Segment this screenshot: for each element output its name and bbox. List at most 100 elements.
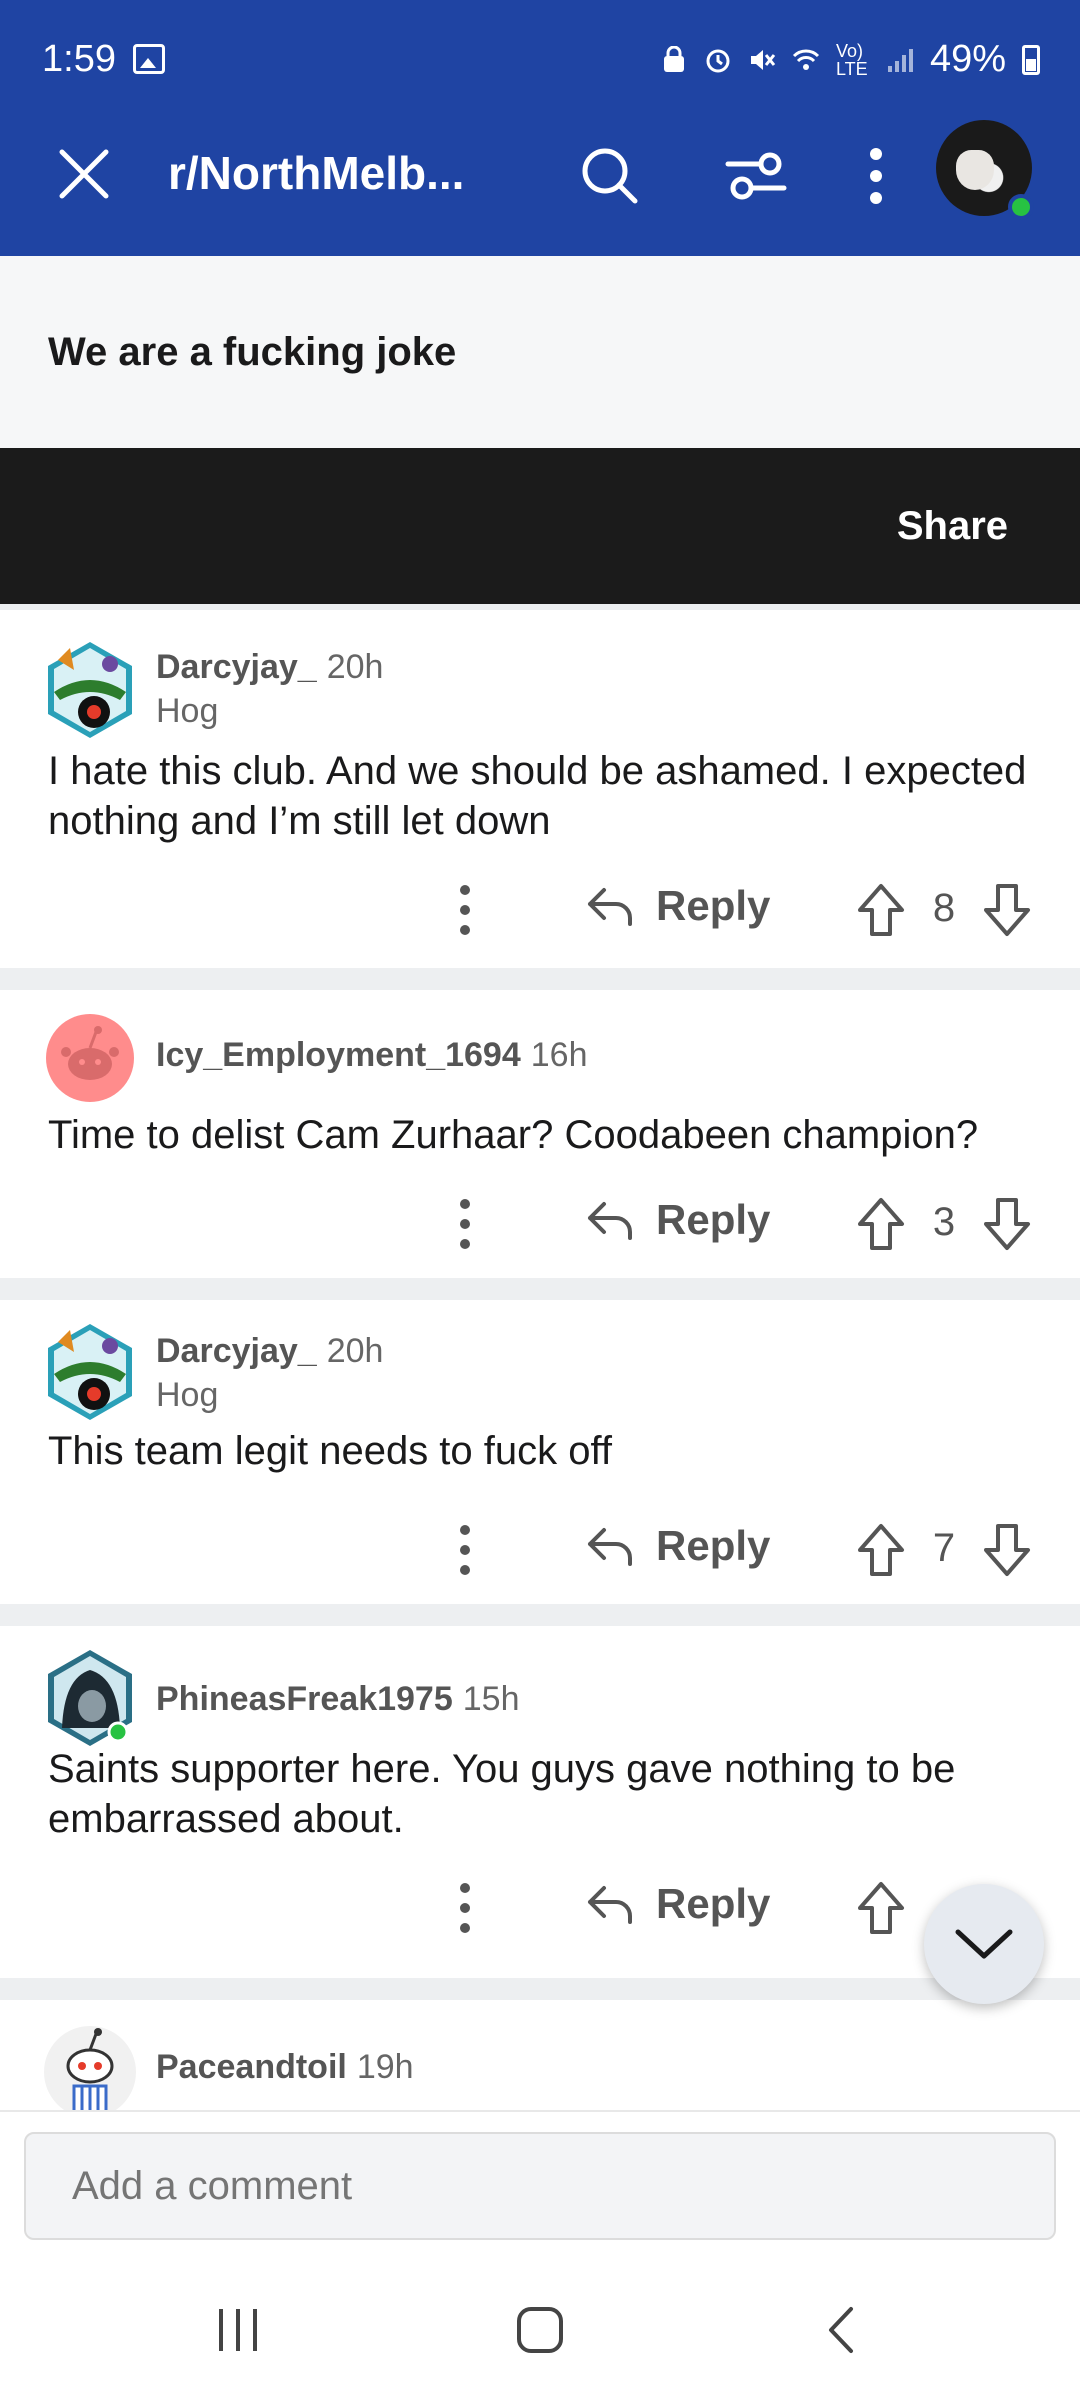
- divider: [0, 1604, 1080, 1626]
- upvote-icon[interactable]: [856, 1880, 906, 1936]
- reply-icon: [588, 1886, 632, 1924]
- divider: [0, 1278, 1080, 1300]
- comment-username[interactable]: PhineasFreak1975: [156, 1680, 453, 1718]
- user-avatar-pirate-icon[interactable]: [40, 1322, 140, 1422]
- search-icon: [582, 148, 638, 204]
- comment-meta: Darcyjay_ 20h: [156, 1332, 383, 1371]
- user-flair: Hog: [156, 692, 219, 730]
- reply-label: Reply: [656, 1880, 771, 1927]
- status-bar: 1:59 Vo) LTE 49%: [0, 0, 1080, 120]
- share-bar: Share: [0, 448, 1080, 604]
- post-header: We are a fucking joke: [0, 256, 1080, 448]
- reply-button[interactable]: Reply: [586, 1880, 770, 1928]
- reply-icon: [588, 1528, 632, 1566]
- search-button[interactable]: [574, 140, 646, 212]
- more-vertical-icon: [870, 148, 882, 204]
- comment-username[interactable]: Paceandtoil: [156, 2048, 347, 2086]
- reply-label: Reply: [656, 1522, 771, 1569]
- reply-label: Reply: [656, 882, 771, 929]
- comment-actions: Reply 7: [0, 1510, 1080, 1590]
- comment-meta: Darcyjay_ 20h: [156, 648, 383, 687]
- more-vertical-icon[interactable]: [450, 1194, 480, 1254]
- alarm-icon: [706, 49, 730, 72]
- comment: Darcyjay_ 20h Hog I hate this club. And w…: [0, 610, 1080, 968]
- reply-button[interactable]: Reply: [586, 1522, 770, 1570]
- gallery-notification-icon: [133, 44, 165, 74]
- upvote-icon[interactable]: [856, 882, 906, 938]
- upvote-icon[interactable]: [856, 1196, 906, 1252]
- downvote-icon[interactable]: [982, 1196, 1032, 1252]
- share-button[interactable]: Share: [897, 504, 1008, 549]
- comment: Darcyjay_ 20h Hog This team legit needs t…: [0, 1300, 1080, 1604]
- comment-username[interactable]: Darcyjay_: [156, 648, 317, 686]
- comment-body: Time to delist Cam Zurhaar? Coodabeen ch…: [48, 1113, 979, 1157]
- comment: Icy_Employment_1694 16h Time to delist Ca…: [0, 990, 1080, 1278]
- comment-body: This team legit needs to fuck off: [48, 1429, 613, 1473]
- more-vertical-icon[interactable]: [450, 880, 480, 940]
- comment-actions: Reply 8: [0, 870, 1080, 950]
- more-options-button[interactable]: [840, 140, 912, 212]
- status-icons: Vo) LTE 49%: [660, 38, 1040, 81]
- close-icon[interactable]: [54, 144, 114, 204]
- filter-button[interactable]: [720, 140, 792, 212]
- downvote-icon[interactable]: [982, 1522, 1032, 1578]
- wifi-icon: [792, 49, 819, 70]
- more-vertical-icon[interactable]: [450, 1878, 480, 1938]
- comment-meta: Paceandtoil 19h: [156, 2048, 414, 2087]
- divider: [0, 968, 1080, 990]
- comment-actions: Reply: [0, 1868, 1080, 1948]
- avatar-dog-face: [956, 150, 994, 190]
- comment-time: 19h: [356, 2048, 414, 2086]
- status-time: 1:59: [42, 38, 116, 80]
- comment-time: 20h: [326, 1332, 384, 1370]
- user-avatar[interactable]: [936, 120, 1034, 220]
- user-avatar-snoo-icon[interactable]: [40, 2022, 140, 2122]
- comment-list: Darcyjay_ 20h Hog I hate this club. And w…: [0, 604, 1080, 2130]
- back-icon: [829, 2307, 853, 2353]
- signal-icon: [887, 48, 913, 72]
- filter-icon: [725, 152, 787, 200]
- comment-composer: [0, 2110, 1080, 2260]
- back-button[interactable]: [802, 2298, 882, 2362]
- vote-score: 7: [932, 1526, 956, 1570]
- comment-meta: Icy_Employment_1694 16h: [156, 1036, 588, 1075]
- downvote-icon[interactable]: [982, 882, 1032, 938]
- comment: PhineasFreak1975 15h Saints supporter her…: [0, 1626, 1080, 1978]
- upvote-icon[interactable]: [856, 1522, 906, 1578]
- comment-time: 20h: [326, 648, 384, 686]
- vote-score: 8: [932, 886, 956, 930]
- system-nav-bar: [0, 2260, 1080, 2400]
- divider: [0, 1978, 1080, 2000]
- online-indicator: [1008, 194, 1034, 220]
- reply-button[interactable]: Reply: [586, 1196, 770, 1244]
- comment-meta: PhineasFreak1975 15h: [156, 1680, 520, 1719]
- comment-body: I hate this club. And we should be asham…: [48, 749, 1027, 843]
- reply-button[interactable]: Reply: [586, 882, 770, 930]
- comment-time: 16h: [530, 1036, 588, 1074]
- scroll-down-button[interactable]: [924, 1884, 1044, 2004]
- subreddit-title[interactable]: r/NorthMelb...: [168, 146, 488, 200]
- user-flair: Hog: [156, 1376, 219, 1414]
- network-label: Vo) LTE: [835, 40, 868, 79]
- battery-icon: [1022, 44, 1040, 75]
- battery-percent: 49%: [929, 38, 1006, 80]
- app-bar: r/NorthMelb...: [0, 120, 1080, 256]
- vote-score: 3: [932, 1200, 956, 1244]
- more-vertical-icon[interactable]: [450, 1520, 480, 1580]
- comment-username[interactable]: Darcyjay_: [156, 1332, 317, 1370]
- comment-actions: Reply 3: [0, 1184, 1080, 1264]
- reply-icon: [588, 1202, 632, 1240]
- user-avatar-snoo-icon[interactable]: [46, 1014, 134, 1102]
- user-avatar-hooded-icon[interactable]: [40, 1648, 140, 1748]
- user-avatar-pirate-icon[interactable]: [40, 640, 140, 740]
- top-bar: 1:59 Vo) LTE 49% r/NorthMelb...: [0, 0, 1080, 256]
- lock-icon: [663, 45, 684, 72]
- home-icon: [517, 2307, 563, 2353]
- recent-apps-button[interactable]: [198, 2298, 278, 2362]
- home-button[interactable]: [500, 2298, 580, 2362]
- comment-time: 15h: [462, 1680, 520, 1718]
- post-title[interactable]: We are a fucking joke: [48, 330, 456, 375]
- mute-icon: [750, 49, 776, 70]
- comment-username[interactable]: Icy_Employment_1694: [156, 1036, 521, 1074]
- add-comment-input[interactable]: [24, 2132, 1056, 2240]
